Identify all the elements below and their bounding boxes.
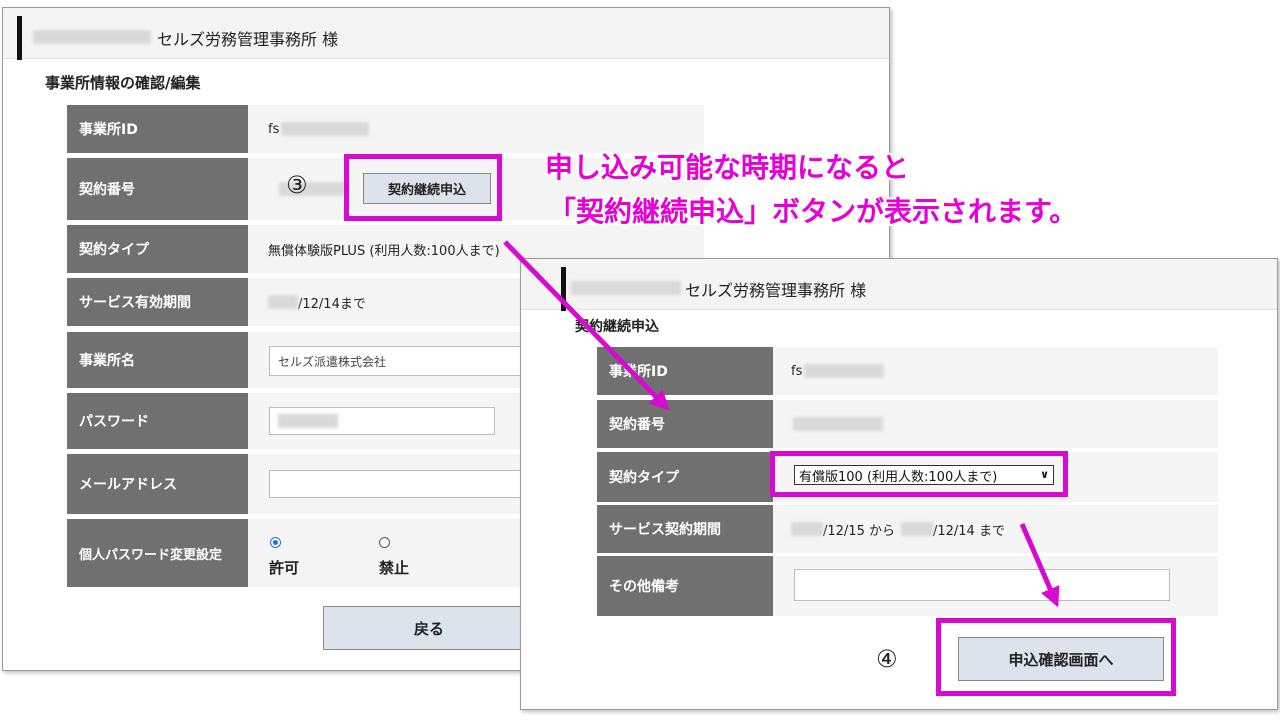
row-office-id: 事業所ID fs	[597, 347, 1218, 395]
redacted-office-prefix	[571, 281, 681, 295]
redacted-office-prefix	[33, 30, 151, 44]
remarks-input[interactable]	[794, 569, 1170, 601]
contract-type-value: 無償体験版PLUS (利用人数:100人まで)	[268, 243, 500, 259]
window-header: セルズ労務管理事務所 様	[521, 259, 1277, 311]
office-name-title: セルズ労務管理事務所 様	[685, 281, 867, 300]
step-4-marker: ④	[876, 645, 898, 673]
row-remarks: その他備考	[597, 556, 1218, 616]
label-email: メールアドレス	[67, 454, 248, 514]
label-contract-type: 契約タイプ	[67, 225, 248, 273]
label-service-period: サービス契約期間	[597, 505, 773, 553]
section-title: 事業所情報の確認/編集	[45, 74, 201, 92]
redacted-office-id	[804, 364, 885, 378]
service-period-to: /12/14 まで	[932, 523, 1005, 539]
office-name-input[interactable]: セルズ派遣株式会社	[269, 346, 549, 376]
redacted-start-year	[791, 522, 823, 536]
office-id-prefix: fs	[791, 363, 803, 379]
back-button[interactable]: 戻る	[323, 606, 535, 650]
highlight-contract-type	[770, 451, 1068, 497]
label-personal-password-setting: 個人パスワード変更設定	[67, 519, 248, 587]
redacted-year	[268, 295, 298, 309]
redacted-contract-number	[793, 417, 883, 431]
label-contract-number: 契約番号	[597, 400, 773, 448]
label-remarks: その他備考	[597, 556, 773, 616]
label-service-period: サービス有効期間	[67, 278, 248, 326]
window-header: セルズ労務管理事務所 様	[3, 8, 889, 60]
annotation-line-1: 申し込み可能な時期になると	[545, 151, 910, 184]
label-password: パスワード	[67, 393, 248, 449]
highlight-confirm-button	[936, 618, 1176, 696]
row-service-period: サービス契約期間 /12/15 から /12/14 まで	[597, 505, 1218, 553]
deny-radio-label: 禁止	[379, 559, 410, 577]
redacted-password	[278, 414, 338, 428]
label-office-id: 事業所ID	[597, 347, 773, 395]
password-input[interactable]	[269, 407, 495, 435]
allow-radio-label: 許可	[269, 559, 300, 577]
highlight-renewal-button	[344, 154, 502, 221]
header-accent-bar	[561, 267, 566, 311]
redacted-end-year	[900, 522, 933, 536]
office-id-value: fs	[791, 347, 885, 395]
label-contract-type: 契約タイプ	[597, 452, 773, 502]
office-id-prefix: fs	[268, 121, 280, 137]
service-period-text: /12/14まで	[298, 296, 366, 312]
row-contract-number: 契約番号	[597, 400, 1218, 448]
service-period-value: /12/15 から /12/14 まで	[791, 505, 1005, 553]
annotation-line-2: 「契約継続申込」ボタンが表示されます。	[548, 195, 1078, 228]
redacted-office-id	[281, 122, 370, 136]
step-3-marker: ③	[286, 171, 308, 199]
office-id-value: fs	[268, 105, 370, 153]
header-accent-bar	[17, 16, 22, 60]
service-period-value: /12/14まで	[268, 278, 366, 326]
email-input[interactable]	[269, 470, 549, 498]
label-contract-number: 契約番号	[67, 158, 248, 220]
deny-radio[interactable]	[379, 537, 390, 548]
label-office-name: 事業所名	[67, 332, 248, 388]
label-office-id: 事業所ID	[67, 105, 248, 153]
allow-radio[interactable]	[270, 537, 281, 548]
service-period-from: /12/15 から	[823, 523, 895, 539]
office-name-title: セルズ労務管理事務所 様	[157, 30, 339, 49]
section-title: 契約継続申込	[575, 319, 659, 335]
